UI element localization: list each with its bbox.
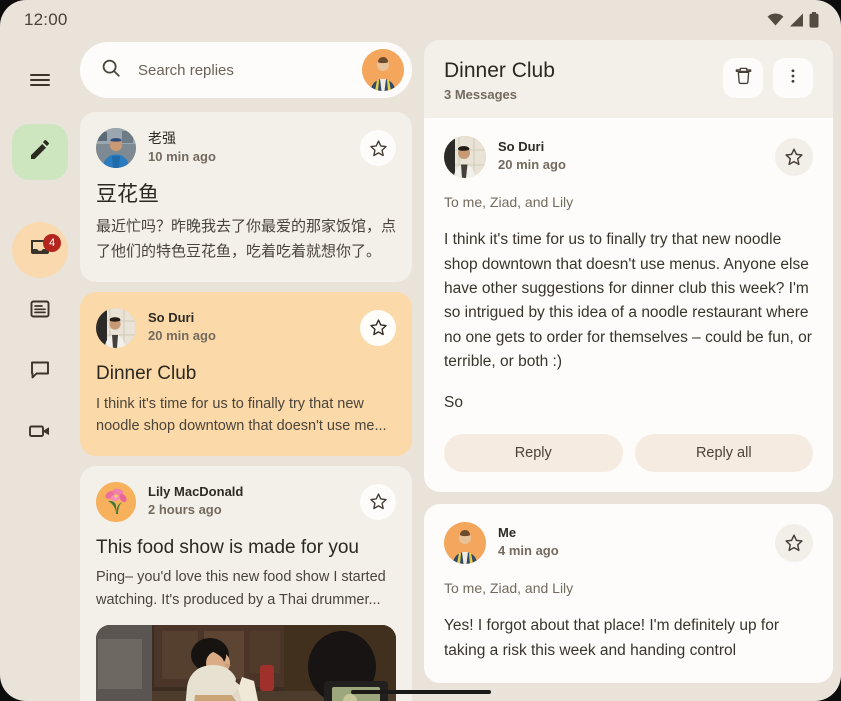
email-meta: 老强 10 min ago	[148, 129, 348, 166]
avatar	[96, 481, 136, 522]
search-icon	[100, 57, 122, 84]
sidebar-item-inbox[interactable]: 4	[12, 222, 68, 278]
menu-icon	[28, 68, 52, 97]
message-body: I think it's time for us to finally try …	[444, 231, 812, 370]
avatar	[444, 136, 486, 179]
detail-column: Dinner Club 3 Messages So Duri 20 min ag…	[424, 40, 833, 701]
sidebar-item-video[interactable]	[12, 405, 68, 461]
inbox-badge: 4	[43, 234, 61, 252]
email-header: Lily MacDonald 2 hours ago	[96, 481, 396, 522]
message-body: Yes! I forgot about that place! I'm defi…	[444, 617, 779, 659]
status-bar: 12:00	[0, 0, 841, 40]
compose-icon	[28, 138, 52, 167]
page-title: Dinner Club	[444, 59, 555, 82]
sidebar-item-articles[interactable]	[12, 283, 68, 339]
email-list-item-selected[interactable]: So Duri 20 min ago Dinner Club I think i…	[80, 291, 412, 456]
message-time: 4 min ago	[498, 543, 559, 559]
chat-bubble-icon	[28, 358, 52, 387]
app-window: 12:00 4 Search replies 老强 10 min ago 豆花鱼…	[0, 0, 841, 701]
reply-button[interactable]: Reply	[444, 434, 623, 473]
email-sender: Lily MacDonald	[148, 483, 244, 499]
email-list-item[interactable]: 老强 10 min ago 豆花鱼 最近忙吗？昨晚我去了你最爱的那家饭馆，点了他…	[80, 112, 412, 282]
trash-icon	[734, 66, 753, 90]
avatar	[444, 522, 486, 565]
message-count: 3 Messages	[444, 87, 517, 103]
message-card: Me 4 min ago To me, Ziad, and Lily Yes! …	[424, 504, 833, 683]
message-time: 20 min ago	[498, 157, 566, 173]
email-meta: So Duri 20 min ago	[148, 310, 348, 346]
message-meta: So Duri 20 min ago	[498, 139, 763, 175]
reply-all-button[interactable]: Reply all	[634, 434, 813, 473]
email-subject: Dinner Club	[96, 362, 197, 384]
message-header: So Duri 20 min ago	[444, 136, 813, 179]
status-time: 12:00	[24, 10, 68, 29]
email-list-column: Search replies 老强 10 min ago 豆花鱼 最近忙吗？昨晚…	[80, 40, 420, 701]
menu-button[interactable]	[12, 54, 68, 110]
cellular-signal-icon	[789, 13, 804, 27]
detail-header: Dinner Club 3 Messages	[424, 40, 833, 119]
message-header: Me 4 min ago	[444, 522, 813, 565]
email-sender: So Duri	[148, 309, 195, 325]
reply-actions: Reply Reply all	[444, 434, 813, 473]
status-icons	[767, 12, 819, 28]
navigation-rail: 4	[0, 40, 80, 701]
star-button[interactable]	[775, 524, 813, 563]
email-time: 20 min ago	[148, 327, 216, 343]
message-card: So Duri 20 min ago To me, Ziad, and Lily…	[424, 118, 833, 493]
video-camera-icon	[27, 419, 53, 448]
star-button[interactable]	[360, 309, 396, 346]
account-avatar[interactable]	[362, 49, 404, 91]
email-header: 老强 10 min ago	[96, 128, 396, 168]
detail-title-wrap: Dinner Club 3 Messages	[444, 58, 713, 102]
star-button[interactable]	[775, 138, 813, 177]
search-input[interactable]: Search replies	[138, 62, 346, 79]
email-subject: 豆花鱼	[96, 183, 159, 206]
article-icon-wrap	[12, 283, 68, 339]
email-meta: Lily MacDonald 2 hours ago	[148, 484, 348, 520]
sidebar-item-chat[interactable]	[12, 344, 68, 400]
email-snippet: I think it's time for us to finally try …	[96, 395, 387, 435]
wifi-icon	[767, 13, 784, 27]
inbox-icon-wrap: 4	[12, 222, 68, 278]
message-sender: So Duri	[498, 139, 545, 155]
email-list-item[interactable]: Lily MacDonald 2 hours ago This food sho…	[80, 465, 412, 701]
chat-icon-wrap	[12, 344, 68, 400]
message-recipients: To me, Ziad, and Lily	[444, 580, 574, 597]
search-bar[interactable]: Search replies	[80, 42, 412, 98]
email-header: So Duri 20 min ago	[96, 307, 396, 348]
message-recipients: To me, Ziad, and Lily	[444, 194, 574, 211]
delete-button[interactable]	[723, 58, 763, 98]
email-time: 2 hours ago	[148, 501, 222, 517]
star-button[interactable]	[360, 483, 396, 520]
message-sender: Me	[498, 525, 517, 541]
compose-button[interactable]	[12, 124, 68, 180]
message-meta: Me 4 min ago	[498, 525, 763, 561]
avatar	[96, 128, 136, 168]
email-time: 10 min ago	[148, 148, 216, 164]
article-icon	[28, 297, 52, 326]
battery-icon	[809, 12, 819, 28]
star-button[interactable]	[360, 130, 396, 166]
message-signature: So	[444, 394, 463, 412]
video-icon-wrap	[12, 405, 68, 461]
email-sender: 老强	[148, 130, 176, 147]
email-snippet: 最近忙吗？昨晚我去了你最爱的那家饭馆，点了他们的特色豆花鱼，吃着吃着就想你了。	[96, 218, 397, 260]
gesture-navigation-bar[interactable]	[350, 690, 491, 694]
more-options-button[interactable]	[773, 58, 813, 98]
email-subject: This food show is made for you	[96, 536, 359, 558]
more-vertical-icon	[784, 67, 802, 90]
avatar	[96, 307, 136, 348]
email-snippet: Ping– you'd love this new food show I st…	[96, 569, 386, 608]
